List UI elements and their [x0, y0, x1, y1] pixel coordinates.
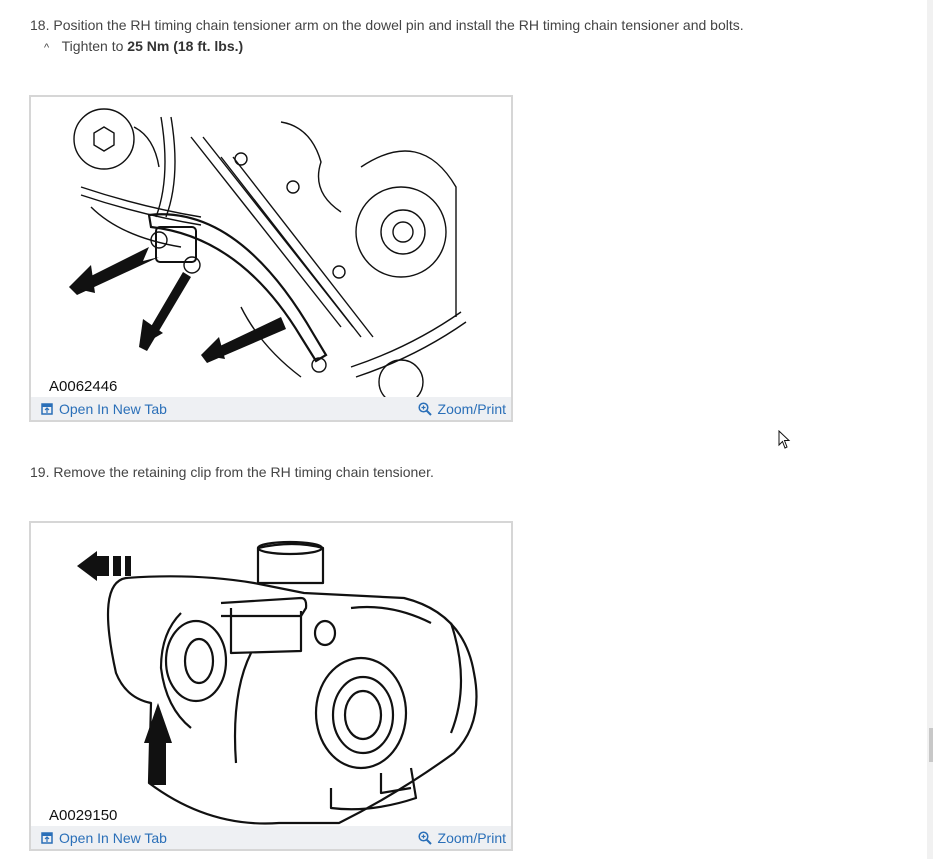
- tensioner-clip-illustration: [77, 540, 478, 825]
- mouse-cursor-icon: [778, 430, 791, 449]
- figure-toolbar: Open In New Tab Zoom/Print: [31, 397, 511, 420]
- zoom-print-label: Zoom/Print: [437, 829, 506, 846]
- figure-a0062446: A0062446 Open In New Tab Zoom/Print: [29, 95, 513, 422]
- step-description: Remove the retaining clip from the RH ti…: [53, 464, 434, 480]
- figure-id: A0062446: [47, 378, 120, 395]
- open-new-tab-icon: [41, 831, 53, 844]
- scrollbar-thumb[interactable]: [929, 728, 933, 762]
- open-in-new-tab-link[interactable]: Open In New Tab: [41, 830, 167, 846]
- note-prefix: Tighten to: [61, 38, 124, 54]
- figure-id: A0029150: [47, 807, 120, 824]
- step-description: Position the RH timing chain tensioner a…: [53, 17, 744, 33]
- zoom-print-link[interactable]: Zoom/Print: [417, 400, 506, 417]
- note-marker: ^: [44, 42, 50, 54]
- open-in-new-tab-label: Open In New Tab: [59, 400, 167, 417]
- zoom-print-link[interactable]: Zoom/Print: [417, 829, 506, 846]
- torque-value: 25 Nm (18 ft. lbs.): [127, 38, 244, 54]
- zoom-print-label: Zoom/Print: [437, 400, 506, 417]
- step-number: 18.: [30, 17, 50, 33]
- timing-chain-illustration: [69, 108, 467, 397]
- step-18-text: 18. Position the RH timing chain tension…: [30, 16, 744, 34]
- figure-image[interactable]: A0062446: [31, 97, 511, 397]
- step-19-text: 19. Remove the retaining clip from the R…: [30, 463, 434, 481]
- vertical-scrollbar[interactable]: [927, 0, 933, 859]
- open-in-new-tab-label: Open In New Tab: [59, 829, 167, 846]
- figure-image[interactable]: A0029150: [31, 523, 511, 826]
- zoom-in-icon: [417, 401, 432, 416]
- zoom-in-icon: [417, 830, 432, 845]
- torque-note: ^ Tighten to 25 Nm (18 ft. lbs.): [44, 37, 243, 57]
- step-number: 19.: [30, 464, 50, 480]
- open-in-new-tab-link[interactable]: Open In New Tab: [41, 401, 167, 417]
- figure-a0029150: A0029150 Open In New Tab Zoom/Print: [29, 521, 513, 851]
- procedure-page: 18. Position the RH timing chain tension…: [0, 0, 933, 859]
- figure-toolbar: Open In New Tab Zoom/Print: [31, 826, 511, 849]
- open-new-tab-icon: [41, 402, 53, 415]
